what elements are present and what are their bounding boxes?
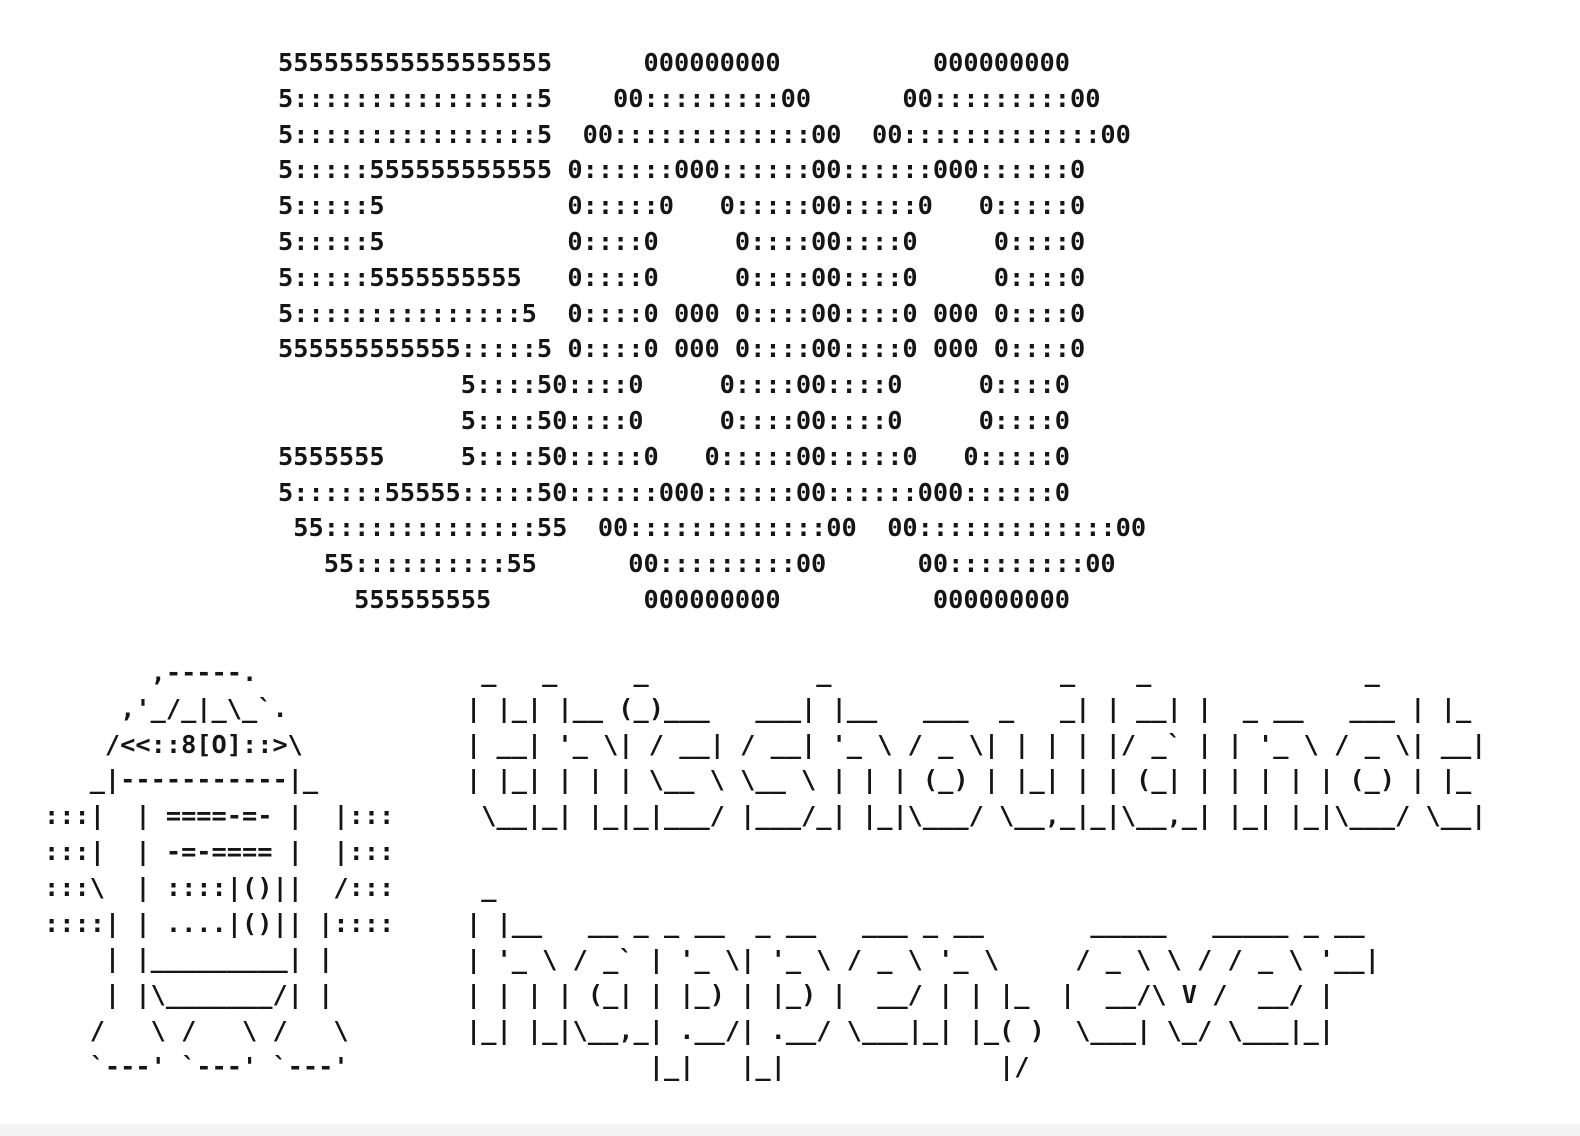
message-line-2-ascii-art: _ | |__ __ _ _ __ _ __ ___ _ __ _____ __… xyxy=(466,873,1380,1081)
error-code-ascii-art: 555555555555555555 000000000 000000000 5… xyxy=(278,48,1147,614)
message-line-1-ascii-art: _ _ _ _ _ _ _ | |_| |__ (_)___ ___| |__ … xyxy=(466,658,1487,831)
bottom-strip xyxy=(0,1124,1580,1136)
error-page: 555555555555555555 000000000 000000000 5… xyxy=(0,0,1580,1136)
robot-ascii-art: ,-----. ,'_/_|_\_`. /<<::8[O]::>\ _|----… xyxy=(44,658,395,1081)
